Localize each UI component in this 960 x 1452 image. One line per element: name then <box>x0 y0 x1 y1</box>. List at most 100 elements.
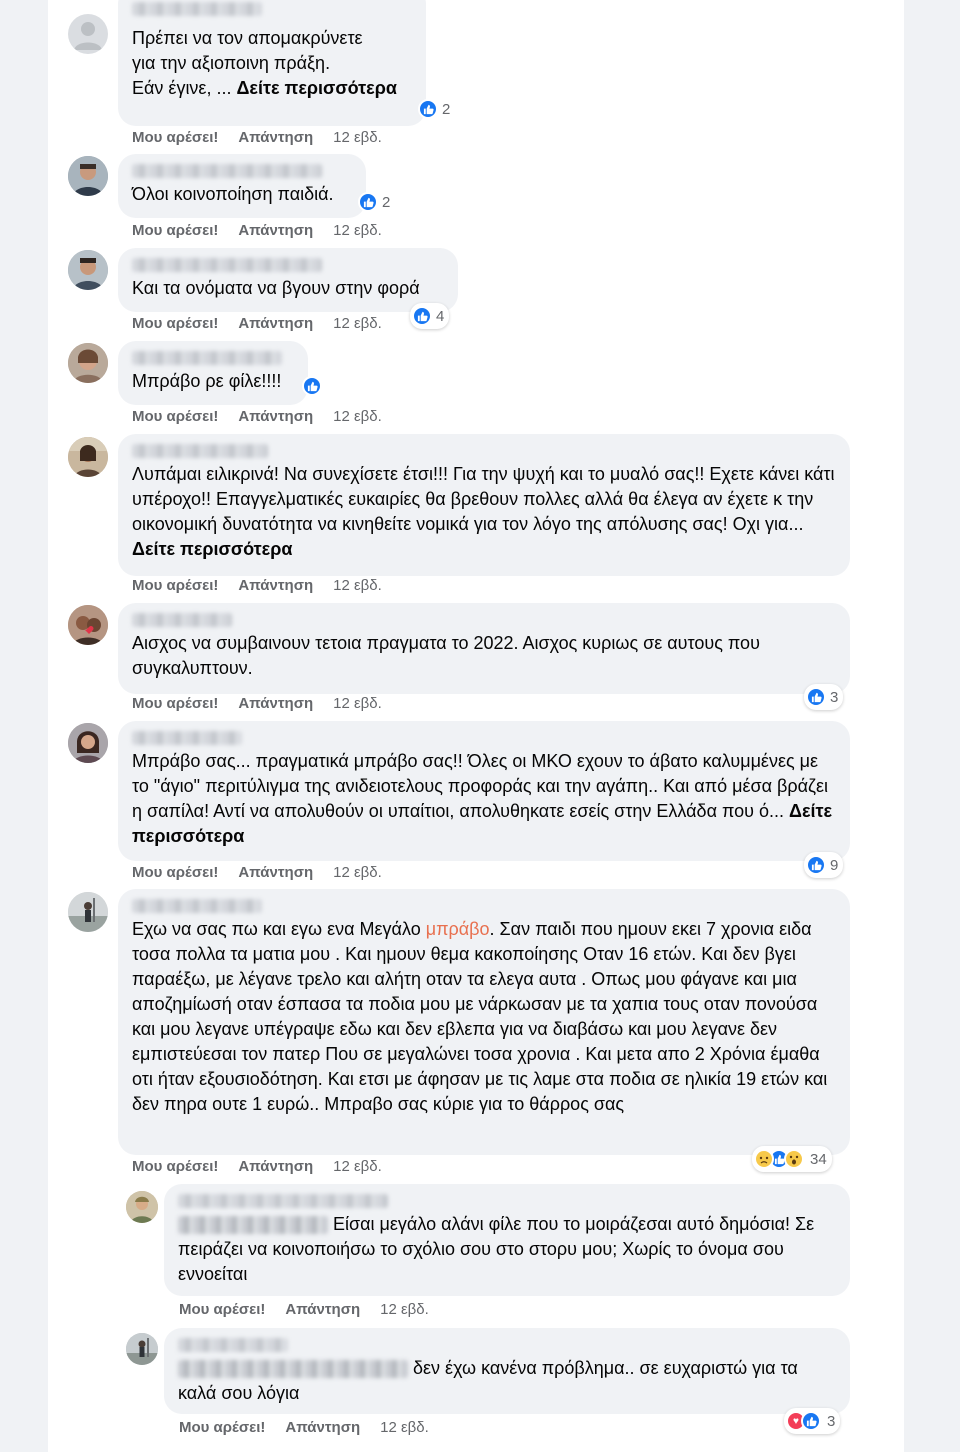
like-button[interactable]: Μου αρέσει! <box>132 315 218 332</box>
reaction-summary[interactable]: 2 <box>418 98 450 120</box>
commenter-name[interactable] <box>132 444 268 458</box>
commenter-name[interactable] <box>132 731 242 745</box>
like-button[interactable]: Μου αρέσει! <box>179 1419 265 1436</box>
comment-bubble: Και τα ονόματα να βγουν στην φορά <box>118 248 458 312</box>
comment-text: Μπράβο ρε φίλε!!!! <box>132 371 282 391</box>
comment-time[interactable]: 12 εβδ. <box>333 222 382 239</box>
reaction-summary[interactable]: 4 <box>410 303 450 329</box>
avatar-icon[interactable] <box>68 723 108 763</box>
reply-button[interactable]: Απάντηση <box>285 1419 360 1436</box>
reply-button[interactable]: Απάντηση <box>238 408 313 425</box>
reply-button[interactable]: Απάντηση <box>238 864 313 881</box>
comment-text: Είσαι μεγάλο αλάνι φίλε που το μοιράζεσα… <box>178 1214 815 1284</box>
avatar-icon[interactable] <box>68 250 108 290</box>
comment-text: Λυπάμαι ειλικρινά! Να συνεχίσετε έτσι!!!… <box>132 464 835 559</box>
reaction-summary[interactable]: 34 <box>752 1146 832 1172</box>
comment-bubble: Μπράβο ρε φίλε!!!! <box>118 341 308 405</box>
commenter-name[interactable] <box>132 351 282 365</box>
like-icon <box>418 99 438 119</box>
redacted-mention <box>178 1216 328 1235</box>
reaction-summary[interactable] <box>302 375 322 397</box>
avatar-icon[interactable] <box>68 156 108 196</box>
comment-text: Αισχος να συμβαινουν τετοια πραγματα το … <box>132 633 760 678</box>
comment-actions: Μου αρέσει! Απάντηση 12 εβδ. <box>132 1158 382 1175</box>
like-button[interactable]: Μου αρέσει! <box>132 1158 218 1175</box>
page-background <box>904 0 960 1452</box>
reaction-summary[interactable]: 3 <box>804 684 844 710</box>
see-more-link[interactable]: Δείτε περισσότερα <box>132 539 292 559</box>
like-button[interactable]: Μου αρέσει! <box>132 129 218 146</box>
commenter-name[interactable] <box>132 899 262 913</box>
comment-time[interactable]: 12 εβδ. <box>333 408 382 425</box>
like-icon <box>801 1411 821 1431</box>
avatar-icon[interactable] <box>126 1333 158 1365</box>
comment-time[interactable]: 12 εβδ. <box>380 1301 429 1318</box>
comment-actions: Μου αρέσει! Απάντηση 12 εβδ. <box>179 1419 429 1436</box>
comment-time[interactable]: 12 εβδ. <box>333 577 382 594</box>
commenter-name[interactable] <box>178 1194 388 1208</box>
comment-text: δεν έχω κανένα πρόβλημα.. σε ευχαριστώ γ… <box>178 1358 798 1403</box>
reaction-summary[interactable]: ♥ 3 <box>784 1408 841 1434</box>
reply-button[interactable]: Απάντηση <box>238 315 313 332</box>
comment-text: Και τα ονόματα να βγουν στην φορά <box>132 278 420 298</box>
reply-button[interactable]: Απάντηση <box>238 129 313 146</box>
highlighted-word: μπράβο <box>425 919 490 939</box>
avatar-icon[interactable] <box>68 605 108 645</box>
avatar-icon[interactable] <box>68 892 108 932</box>
like-button[interactable]: Μου αρέσει! <box>132 577 218 594</box>
reaction-summary[interactable]: 2 <box>358 191 390 213</box>
comment-time[interactable]: 12 εβδ. <box>333 315 382 332</box>
comment-time[interactable]: 12 εβδ. <box>333 1158 382 1175</box>
comment-actions: Μου αρέσει! Απάντηση 12 εβδ. <box>132 864 382 881</box>
comment-bubble: Πρέπει να τον απομακρύνετε για την αξιοπ… <box>118 0 426 126</box>
like-button[interactable]: Μου αρέσει! <box>179 1301 265 1318</box>
comment-text: Πρέπει να τον απομακρύνετε για την αξιοπ… <box>132 28 397 98</box>
comment-bubble: Αισχος να συμβαινουν τετοια πραγματα το … <box>118 603 850 694</box>
comment-bubble: Όλοι κοινοποίηση παιδιά. <box>118 154 366 218</box>
like-button[interactable]: Μου αρέσει! <box>132 864 218 881</box>
redacted-mention <box>178 1360 408 1379</box>
reaction-count: 34 <box>810 1150 827 1168</box>
commenter-name[interactable] <box>132 613 232 627</box>
comment-bubble: Εχω να σας πω και εγω ενα Μεγάλο μπράβο.… <box>118 889 850 1155</box>
reaction-count: 2 <box>382 193 391 211</box>
like-button[interactable]: Μου αρέσει! <box>132 408 218 425</box>
comment-text: Όλοι κοινοποίηση παιδιά. <box>132 184 334 204</box>
comment-time[interactable]: 12 εβδ. <box>333 864 382 881</box>
like-button[interactable]: Μου αρέσει! <box>132 222 218 239</box>
see-more-link[interactable]: Δείτε περισσότερα <box>236 78 396 98</box>
reaction-count: 3 <box>827 1412 836 1430</box>
commenter-name[interactable] <box>178 1338 288 1352</box>
avatar-icon[interactable] <box>68 437 108 477</box>
comment-time[interactable]: 12 εβδ. <box>333 695 382 712</box>
comment-bubble: Είσαι μεγάλο αλάνι φίλε που το μοιράζεσα… <box>164 1184 850 1296</box>
commenter-name[interactable] <box>132 164 322 178</box>
like-icon <box>806 687 826 707</box>
reaction-count: 9 <box>830 856 839 874</box>
reply-button[interactable]: Απάντηση <box>238 1158 313 1175</box>
sad-icon <box>754 1149 774 1169</box>
reply-button[interactable]: Απάντηση <box>285 1301 360 1318</box>
avatar-icon[interactable] <box>126 1191 158 1223</box>
like-button[interactable]: Μου αρέσει! <box>132 695 218 712</box>
comment-time[interactable]: 12 εβδ. <box>380 1419 429 1436</box>
like-icon <box>302 376 322 396</box>
reaction-summary[interactable]: 9 <box>804 852 844 878</box>
reply-button[interactable]: Απάντηση <box>238 577 313 594</box>
reply-button[interactable]: Απάντηση <box>238 222 313 239</box>
avatar-icon[interactable] <box>68 14 108 54</box>
comment-actions: Μου αρέσει! Απάντηση 12 εβδ. <box>132 408 382 425</box>
commenter-name[interactable] <box>132 2 262 16</box>
comment-actions: Μου αρέσει! Απάντηση 12 εβδ. <box>132 695 382 712</box>
wow-icon <box>784 1149 804 1169</box>
comment-time[interactable]: 12 εβδ. <box>333 129 382 146</box>
comment-text: Μπράβο σας... πραγματικά μπράβο σας!! Όλ… <box>132 751 833 846</box>
avatar-icon[interactable] <box>68 343 108 383</box>
commenter-name[interactable] <box>132 258 322 272</box>
reaction-count: 3 <box>830 688 839 706</box>
comment-bubble: Λυπάμαι ειλικρινά! Να συνεχίσετε έτσι!!!… <box>118 434 850 576</box>
reply-button[interactable]: Απάντηση <box>238 695 313 712</box>
comment-actions: Μου αρέσει! Απάντηση 12 εβδ. <box>179 1301 429 1318</box>
reaction-count: 2 <box>442 100 451 118</box>
comment-text: Εχω να σας πω και εγω ενα Μεγάλο μπράβο.… <box>132 919 828 1114</box>
